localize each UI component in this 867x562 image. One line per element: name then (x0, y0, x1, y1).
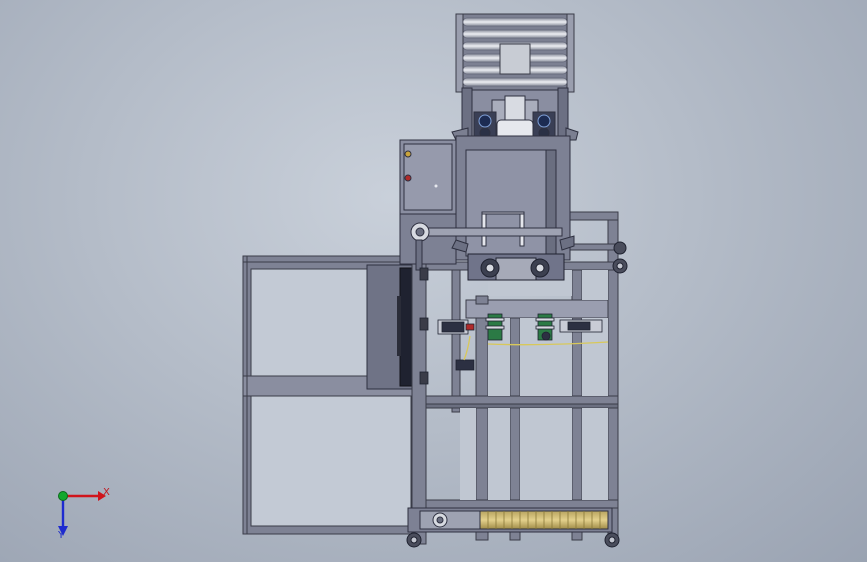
roller-conveyor (455, 13, 575, 93)
bottom-conveyor (407, 507, 613, 533)
coordinate-triad (58, 491, 106, 536)
cad-viewport[interactable]: X Y (0, 0, 867, 562)
machine-assembly-drawing (58, 13, 628, 548)
y-axis-label: Y (58, 530, 65, 541)
z-axis-origin (58, 491, 68, 501)
carriage-wheels (467, 253, 565, 281)
x-axis-label: X (103, 487, 110, 498)
